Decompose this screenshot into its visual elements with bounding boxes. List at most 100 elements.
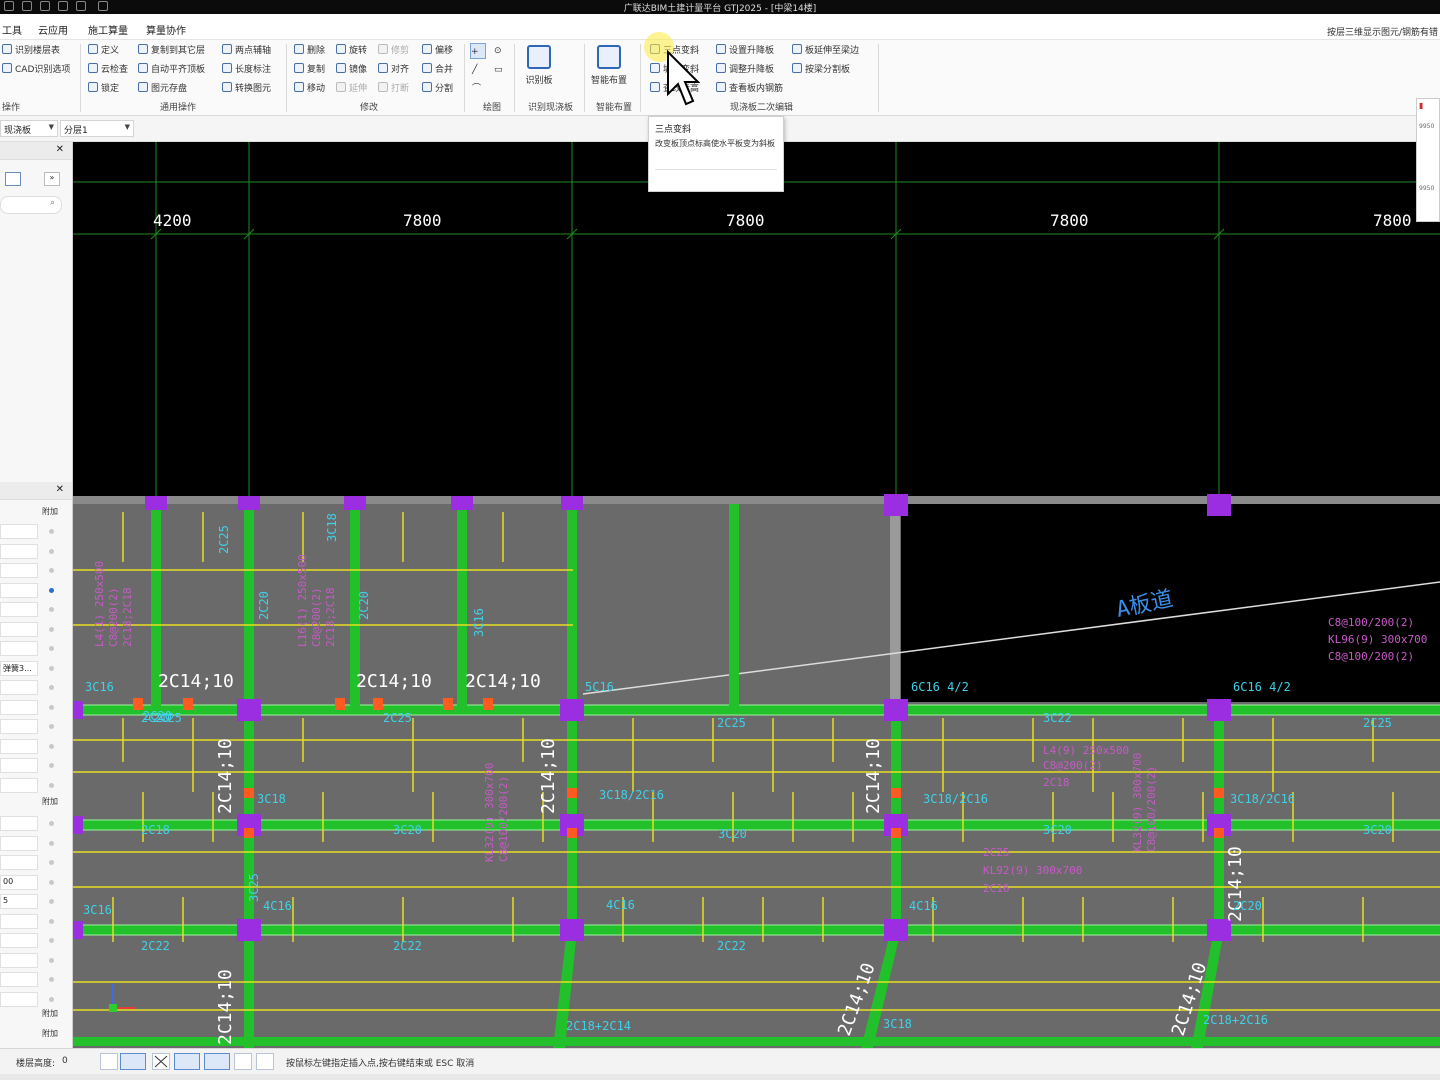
rebar-hook[interactable] (373, 698, 383, 710)
secondary-beam[interactable] (244, 504, 254, 710)
column-marker[interactable] (237, 919, 261, 941)
property-value-input[interactable] (0, 914, 38, 929)
column-marker[interactable] (344, 496, 366, 510)
adjust-raise-slab-button[interactable]: 调整升降板 (716, 62, 774, 78)
property-flag-dot[interactable] (49, 549, 54, 554)
property-flag-dot[interactable] (49, 783, 54, 788)
top-edge-beam[interactable] (73, 496, 1440, 504)
property-flag-dot[interactable] (49, 705, 54, 710)
property-flag-dot[interactable] (49, 724, 54, 729)
extend-button[interactable]: 延伸 (336, 81, 367, 97)
ortho-toggle[interactable] (100, 1053, 118, 1070)
move-button[interactable]: 移动 (294, 81, 325, 97)
line-draw-button[interactable]: ╱ (472, 62, 477, 78)
break-button[interactable]: 打断 (378, 81, 409, 97)
main-beam[interactable] (73, 820, 1440, 830)
mirror-button[interactable]: 镜像 (336, 62, 367, 78)
arc-draw-button[interactable]: ⌒ (472, 81, 481, 97)
snap-toggle[interactable] (120, 1053, 146, 1070)
property-value-input[interactable]: 5 (0, 894, 38, 909)
copy-button[interactable]: 复制 (294, 62, 325, 78)
rebar-hook[interactable] (891, 788, 901, 798)
align-button[interactable]: 对齐 (378, 62, 409, 78)
cross-select-toggle[interactable] (152, 1053, 170, 1070)
main-beam[interactable] (73, 1037, 1440, 1046)
property-flag-dot[interactable] (49, 841, 54, 846)
property-flag-dot[interactable] (49, 938, 54, 943)
column-marker[interactable] (561, 496, 583, 510)
property-value-input[interactable] (0, 563, 38, 578)
search-input[interactable]: ⌕ (0, 196, 62, 214)
property-value-input[interactable] (0, 992, 38, 1007)
column-marker[interactable] (145, 496, 167, 510)
smart-layout-button[interactable]: 智能布置 (586, 43, 632, 95)
column-marker[interactable] (1207, 699, 1231, 721)
rebar-hook[interactable] (891, 828, 901, 838)
main-beam[interactable] (73, 925, 1440, 935)
define-button[interactable]: 定义 (88, 43, 119, 59)
property-value-input[interactable] (0, 953, 38, 968)
property-value-input[interactable]: 弹簧3... (0, 661, 38, 676)
rect-draw-button[interactable]: ▭ (494, 62, 503, 78)
extend-slab-to-beam-button[interactable]: 板延伸至梁边 (792, 43, 859, 59)
column-marker[interactable] (73, 816, 83, 834)
column-marker[interactable] (73, 921, 83, 939)
property-value-input[interactable] (0, 836, 38, 851)
rebar-hook[interactable] (1214, 788, 1224, 798)
convert-element-button[interactable]: 转换图元 (222, 81, 271, 97)
rebar-hook[interactable] (183, 698, 193, 710)
property-flag-dot[interactable] (49, 997, 54, 1002)
delete-button[interactable]: 删除 (294, 43, 325, 59)
split-slab-by-beam-button[interactable]: 按梁分割板 (792, 62, 850, 78)
property-value-input[interactable] (0, 641, 38, 656)
two-point-axis-button[interactable]: 两点辅轴 (222, 43, 271, 59)
layer-select[interactable]: 分层1 ▼ (60, 120, 134, 137)
column-marker[interactable] (884, 699, 908, 721)
split-button[interactable]: 分割 (422, 81, 453, 97)
element-save-button[interactable]: 图元存盘 (138, 81, 187, 97)
property-flag-dot[interactable] (49, 627, 54, 632)
properties-toggle[interactable] (256, 1053, 274, 1070)
property-flag-dot[interactable] (49, 821, 54, 826)
column-marker[interactable] (884, 919, 908, 941)
property-value-input[interactable] (0, 933, 38, 948)
property-flag-dot[interactable] (49, 607, 54, 612)
identify-floor-table-button[interactable]: 识别楼层表 (2, 43, 60, 59)
column-marker[interactable] (1207, 494, 1231, 516)
lock-button[interactable]: 锁定 (88, 81, 119, 97)
column-marker[interactable] (238, 496, 260, 510)
property-value-input[interactable] (0, 602, 38, 617)
slab-region[interactable] (901, 702, 1440, 1048)
identify-slab-button[interactable]: 识别板 (516, 43, 562, 95)
trim-button[interactable]: 修剪 (378, 43, 409, 59)
property-value-input[interactable] (0, 544, 38, 559)
secondary-beam[interactable] (729, 504, 739, 710)
property-value-input[interactable] (0, 719, 38, 734)
column-marker[interactable] (560, 919, 584, 941)
property-value-input[interactable] (0, 972, 38, 987)
property-value-input[interactable] (0, 739, 38, 754)
property-flag-dot[interactable] (49, 977, 54, 982)
selection-toggle[interactable] (234, 1053, 252, 1070)
property-value-input[interactable] (0, 680, 38, 695)
property-value-input[interactable] (0, 700, 38, 715)
rebar-hook[interactable] (133, 698, 143, 710)
property-flag-dot[interactable] (49, 588, 54, 593)
property-flag-dot[interactable] (49, 880, 54, 885)
property-flag-dot[interactable] (49, 919, 54, 924)
property-value-input[interactable] (0, 758, 38, 773)
copy-to-other-floor-button[interactable]: 复制到其它层 (138, 43, 205, 59)
property-flag-dot[interactable] (49, 744, 54, 749)
property-flag-dot[interactable] (49, 568, 54, 573)
category-select[interactable]: 现浇板 ▼ (0, 120, 58, 137)
column-marker[interactable] (237, 699, 261, 721)
point-draw-button[interactable]: + (470, 43, 486, 59)
menu-cloud[interactable]: 云应用 (38, 22, 68, 37)
property-flag-dot[interactable] (49, 646, 54, 651)
cad-drawing[interactable]: 4200 7800 7800 7800 7800A板道2C14;10 2C14;10 2C1… (73, 142, 1440, 1048)
rebar-hook[interactable] (483, 698, 493, 710)
column-marker[interactable] (451, 496, 473, 510)
length-dim-button[interactable]: 长度标注 (222, 62, 271, 78)
merge-button[interactable]: 合并 (422, 62, 453, 78)
rotate-point-button[interactable]: ⊙ (494, 43, 502, 59)
